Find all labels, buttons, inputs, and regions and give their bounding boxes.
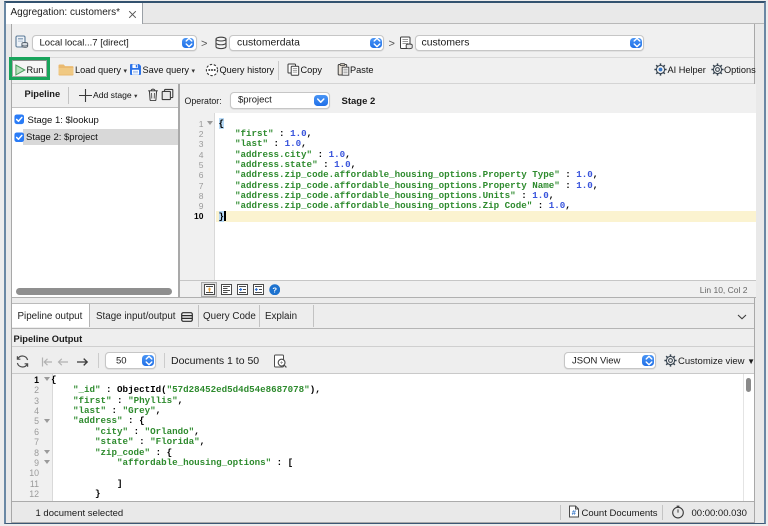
svg-text:?: ? — [272, 285, 277, 294]
